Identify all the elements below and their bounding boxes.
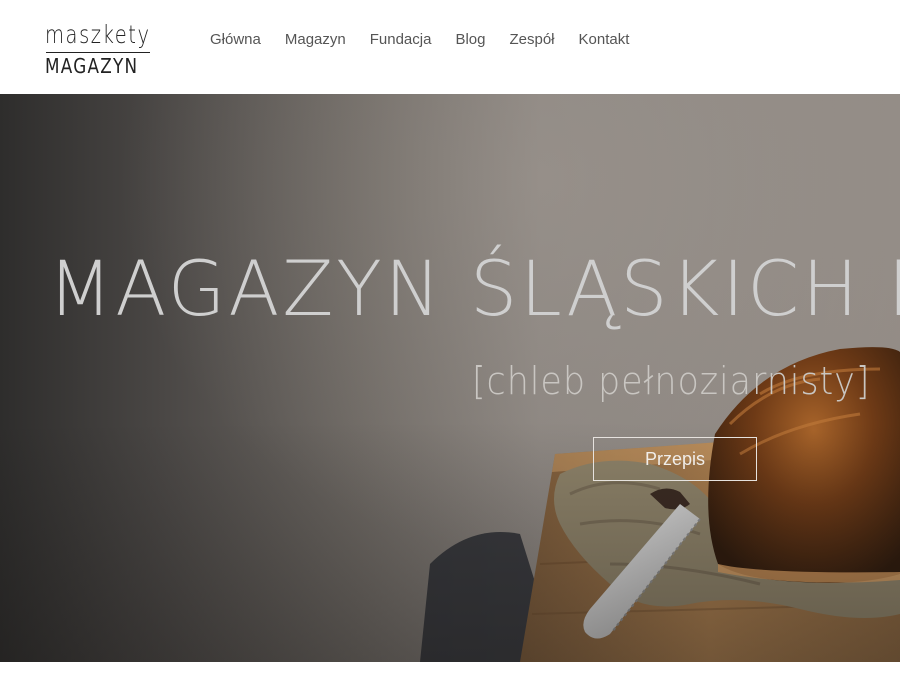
below-fold-strip <box>0 662 900 675</box>
nav-item-fundacja[interactable]: Fundacja <box>370 30 432 50</box>
site-header: maszkety MAGAZYN Główna Magazyn Fundacja… <box>0 0 900 94</box>
nav-item-kontakt[interactable]: Kontakt <box>579 30 630 50</box>
main-navigation: Główna Magazyn Fundacja Blog Zespół Kont… <box>210 30 653 50</box>
nav-item-blog[interactable]: Blog <box>455 30 485 50</box>
logo-wordmark: maszkety <box>45 20 151 49</box>
hero-subtitle: [chleb pełnoziarnisty] <box>472 359 871 403</box>
nav-item-magazyn[interactable]: Magazyn <box>285 30 346 50</box>
nav-item-zespol[interactable]: Zespół <box>509 30 554 50</box>
nav-item-glowna[interactable]: Główna <box>210 30 261 50</box>
hero-shade <box>0 422 900 662</box>
hero-title: MAGAZYN ŚLĄSKICH B <box>48 244 900 333</box>
logo-divider <box>46 52 150 53</box>
logo-subtitle: MAGAZYN <box>45 54 139 78</box>
site-logo[interactable]: maszkety MAGAZYN <box>45 20 153 78</box>
recipe-button[interactable]: Przepis <box>593 437 757 481</box>
hero-banner: MAGAZYN ŚLĄSKICH B [chleb pełnoziarnisty… <box>0 94 900 662</box>
